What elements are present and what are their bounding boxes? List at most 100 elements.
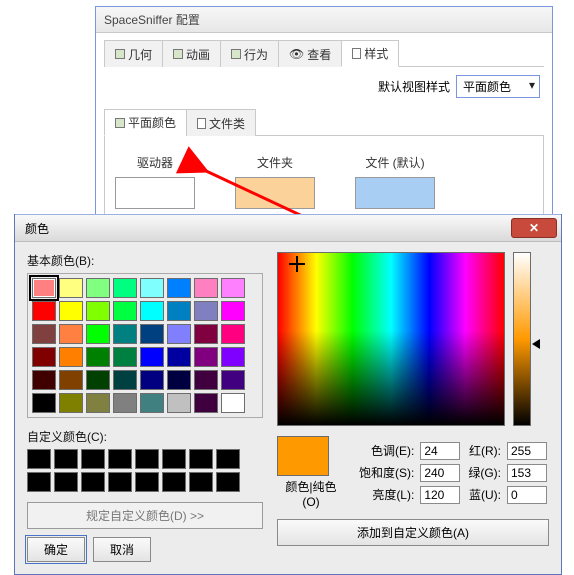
- basic-color-cell[interactable]: [113, 324, 137, 344]
- custom-colors-label: 自定义颜色(C):: [27, 428, 263, 445]
- basic-color-cell[interactable]: [140, 324, 164, 344]
- basic-color-cell[interactable]: [221, 370, 245, 390]
- basic-color-cell[interactable]: [221, 324, 245, 344]
- basic-color-cell[interactable]: [167, 393, 191, 413]
- style-icon: [352, 48, 361, 59]
- custom-color-cell[interactable]: [216, 472, 240, 492]
- basic-color-cell[interactable]: [59, 301, 83, 321]
- basic-color-cell[interactable]: [194, 278, 218, 298]
- basic-color-cell[interactable]: [113, 393, 137, 413]
- green-field[interactable]: [507, 464, 547, 482]
- basic-color-cell[interactable]: [167, 301, 191, 321]
- color-picker-dialog: 颜色 ✕ 基本颜色(B): 自定义颜色(C): 规定自定义颜色(D) >> 确定…: [14, 214, 562, 575]
- basic-color-cell[interactable]: [167, 370, 191, 390]
- red-field[interactable]: [507, 442, 547, 460]
- basic-color-cell[interactable]: [167, 324, 191, 344]
- dialog-buttons: 确定 取消: [27, 537, 263, 562]
- basic-color-cell[interactable]: [86, 370, 110, 390]
- cancel-button[interactable]: 取消: [93, 537, 151, 562]
- solid-color-label: 颜色|纯色(O): [277, 478, 345, 509]
- basic-color-cell[interactable]: [194, 393, 218, 413]
- custom-color-cell[interactable]: [54, 449, 78, 469]
- custom-color-cell[interactable]: [189, 449, 213, 469]
- basic-color-cell[interactable]: [32, 301, 56, 321]
- basic-color-cell[interactable]: [221, 393, 245, 413]
- swatch-file[interactable]: [355, 177, 435, 209]
- picker-titlebar[interactable]: 颜色 ✕: [15, 214, 561, 242]
- new-color-block: 颜色|纯色(O): [277, 436, 345, 509]
- custom-color-cell[interactable]: [189, 472, 213, 492]
- basic-color-cell[interactable]: [86, 301, 110, 321]
- basic-color-cell[interactable]: [113, 347, 137, 367]
- swatch-label-drive: 驱动器: [115, 154, 195, 171]
- hue-field[interactable]: [420, 442, 460, 460]
- luminance-bar[interactable]: [513, 252, 531, 426]
- basic-color-cell[interactable]: [113, 301, 137, 321]
- basic-color-cell[interactable]: [194, 301, 218, 321]
- custom-color-cell[interactable]: [135, 449, 159, 469]
- custom-color-cell[interactable]: [54, 472, 78, 492]
- tab-view[interactable]: 👁查看: [278, 40, 342, 67]
- basic-color-cell[interactable]: [221, 301, 245, 321]
- basic-color-cell[interactable]: [32, 278, 56, 298]
- main-tabbar: 几何 动画 行为 👁查看 样式: [104, 39, 544, 67]
- custom-colors-grid: [27, 449, 263, 492]
- custom-color-cell[interactable]: [135, 472, 159, 492]
- lum-field[interactable]: [420, 486, 460, 504]
- basic-color-cell[interactable]: [86, 347, 110, 367]
- basic-color-cell[interactable]: [59, 324, 83, 344]
- basic-color-cell[interactable]: [167, 347, 191, 367]
- basic-color-cell[interactable]: [221, 347, 245, 367]
- swatch-drive[interactable]: [115, 177, 195, 209]
- basic-color-cell[interactable]: [113, 370, 137, 390]
- sat-field[interactable]: [420, 464, 460, 482]
- basic-color-cell[interactable]: [221, 278, 245, 298]
- basic-color-cell[interactable]: [32, 393, 56, 413]
- basic-color-cell[interactable]: [59, 278, 83, 298]
- spectrum-crosshair[interactable]: [292, 259, 302, 269]
- basic-color-cell[interactable]: [140, 301, 164, 321]
- basic-color-cell[interactable]: [194, 324, 218, 344]
- subtab-flat-color[interactable]: 平面颜色: [104, 109, 187, 136]
- custom-color-cell[interactable]: [162, 449, 186, 469]
- basic-color-cell[interactable]: [59, 370, 83, 390]
- custom-color-cell[interactable]: [81, 472, 105, 492]
- basic-color-cell[interactable]: [140, 278, 164, 298]
- blue-field[interactable]: [507, 486, 547, 504]
- tab-style[interactable]: 样式: [341, 40, 399, 67]
- basic-color-cell[interactable]: [59, 347, 83, 367]
- basic-color-cell[interactable]: [86, 393, 110, 413]
- default-style-combo[interactable]: 平面颜色: [456, 75, 540, 98]
- custom-color-cell[interactable]: [27, 449, 51, 469]
- basic-color-cell[interactable]: [86, 278, 110, 298]
- tab-geometry[interactable]: 几何: [104, 40, 163, 67]
- define-custom-button[interactable]: 规定自定义颜色(D) >>: [27, 502, 263, 529]
- ok-button[interactable]: 确定: [27, 537, 85, 562]
- basic-color-cell[interactable]: [113, 278, 137, 298]
- custom-color-cell[interactable]: [27, 472, 51, 492]
- basic-color-cell[interactable]: [140, 370, 164, 390]
- basic-color-cell[interactable]: [194, 347, 218, 367]
- swatch-folder[interactable]: [235, 177, 315, 209]
- tab-behavior[interactable]: 行为: [220, 40, 279, 67]
- custom-color-cell[interactable]: [108, 472, 132, 492]
- custom-color-cell[interactable]: [108, 449, 132, 469]
- tab-animation[interactable]: 动画: [162, 40, 221, 67]
- basic-color-cell[interactable]: [32, 370, 56, 390]
- basic-color-cell[interactable]: [194, 370, 218, 390]
- subtab-file-type[interactable]: 文件类: [186, 109, 256, 136]
- basic-color-cell[interactable]: [32, 347, 56, 367]
- color-spectrum[interactable]: [277, 252, 505, 426]
- basic-color-cell[interactable]: [59, 393, 83, 413]
- close-button[interactable]: ✕: [511, 218, 557, 238]
- basic-color-cell[interactable]: [32, 324, 56, 344]
- custom-color-cell[interactable]: [162, 472, 186, 492]
- basic-color-cell[interactable]: [167, 278, 191, 298]
- luminance-arrow-icon[interactable]: [532, 339, 540, 349]
- basic-color-cell[interactable]: [140, 347, 164, 367]
- add-to-custom-button[interactable]: 添加到自定义颜色(A): [277, 519, 549, 546]
- basic-color-cell[interactable]: [140, 393, 164, 413]
- basic-color-cell[interactable]: [86, 324, 110, 344]
- custom-color-cell[interactable]: [81, 449, 105, 469]
- custom-color-cell[interactable]: [216, 449, 240, 469]
